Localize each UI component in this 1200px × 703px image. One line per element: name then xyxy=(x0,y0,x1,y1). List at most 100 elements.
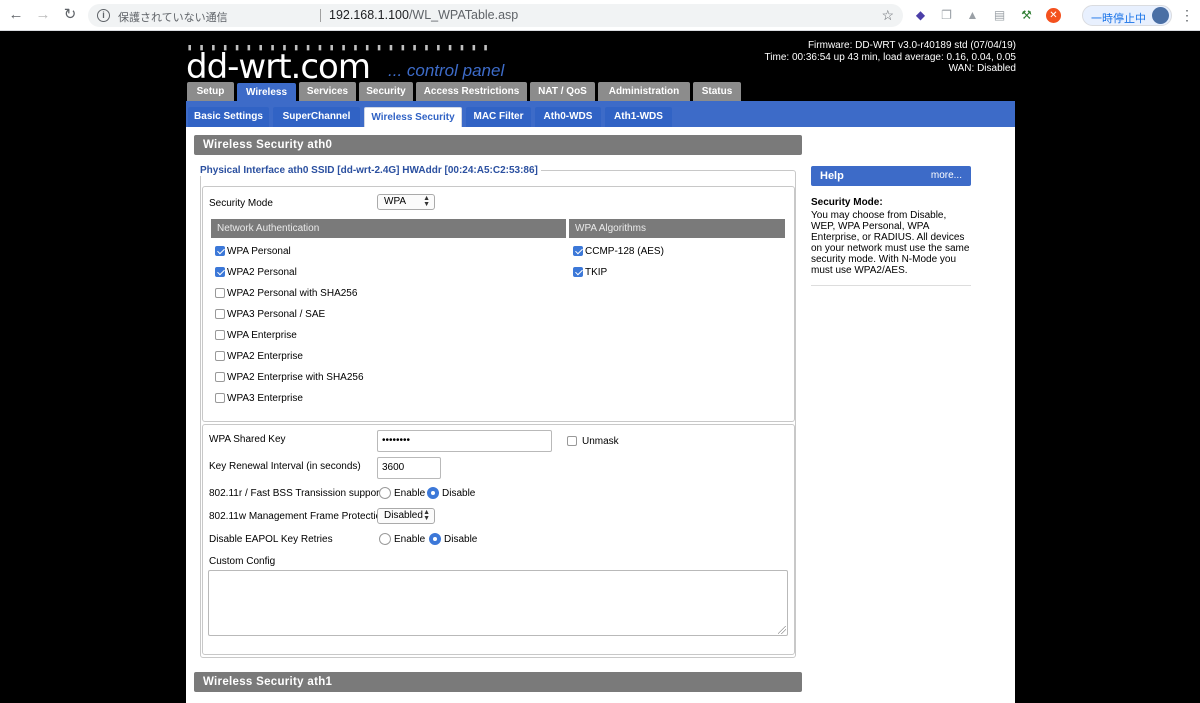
tab-access-restrictions[interactable]: Access Restrictions xyxy=(416,82,527,101)
bookmark-star-icon[interactable]: ☆ xyxy=(881,7,894,24)
back-arrow-icon[interactable]: ← xyxy=(7,6,25,24)
wpa2-personal-sha256-label: WPA2 Personal with SHA256 xyxy=(227,288,358,299)
tab-administration[interactable]: Administration xyxy=(598,82,690,101)
security-mode-label: Security Mode xyxy=(209,198,273,209)
wpa-enterprise-label: WPA Enterprise xyxy=(227,330,297,341)
help-header: Help more... xyxy=(811,166,971,186)
fast-bss-enable-label: Enable xyxy=(394,488,426,499)
help-body: You may choose from Disable, WEP, WPA Pe… xyxy=(811,210,970,276)
wpa2-personal-checkbox[interactable] xyxy=(215,267,225,277)
wpa3-personal-checkbox[interactable] xyxy=(215,309,225,319)
uptime-line: Time: 00:36:54 up 43 min, load average: … xyxy=(764,51,1016,63)
eapol-enable-label: Enable xyxy=(394,534,426,545)
wpa2-enterprise-sha256-label: WPA2 Enterprise with SHA256 xyxy=(227,372,364,383)
select-arrows-icon: ▲ ▼ xyxy=(423,195,430,208)
address-divider xyxy=(320,9,321,22)
tab-ath0-wds[interactable]: Ath0-WDS xyxy=(535,107,601,127)
extension-wrench-icon[interactable]: ⚒ xyxy=(1019,8,1034,23)
tkip-label: TKIP xyxy=(585,267,608,278)
ddwrt-logo: dd-wrt.com xyxy=(186,47,371,87)
logo-subtitle: ... control panel xyxy=(388,61,505,80)
avatar xyxy=(1152,7,1169,24)
wan-status-line: WAN: Disabled xyxy=(948,63,1016,74)
mfp-select[interactable]: Disabled ▲ ▼ xyxy=(377,508,435,524)
tkip-checkbox[interactable] xyxy=(573,267,583,277)
wpa3-enterprise-checkbox[interactable] xyxy=(215,393,225,403)
section-title-ath1: Wireless Security ath1 xyxy=(194,672,802,692)
unmask-label: Unmask xyxy=(582,436,619,447)
wpa-personal-checkbox[interactable] xyxy=(215,246,225,256)
security-status-text: 保護されていない通信 xyxy=(118,12,228,24)
wpa2-enterprise-label: WPA2 Enterprise xyxy=(227,351,303,362)
wpa2-enterprise-sha256-checkbox[interactable] xyxy=(215,372,225,382)
shared-key-input[interactable]: •••••••• xyxy=(377,430,552,452)
tab-wireless-security[interactable]: Wireless Security xyxy=(364,107,462,127)
router-page: ▮ ▮ ▮ ▮ ▮ ▮ ▮ ▮ ▮ ▮ ▮ ▮ ▮ ▮ ▮ ▮ ▮ ▮ ▮ ▮ … xyxy=(0,31,1200,703)
wpa3-enterprise-label: WPA3 Enterprise xyxy=(227,393,303,404)
fast-bss-disable-label: Disable xyxy=(442,488,476,499)
extension-diamond-icon[interactable]: ◆ xyxy=(913,8,928,23)
security-mode-select[interactable]: WPA ▲ ▼ xyxy=(377,194,435,210)
wpa-personal-label: WPA Personal xyxy=(227,246,291,257)
extension-copy-icon[interactable]: ❐ xyxy=(939,8,954,23)
renewal-interval-input[interactable]: 3600 xyxy=(377,457,441,479)
tab-security[interactable]: Security xyxy=(359,82,413,101)
content-panel: Wireless Security ath0 Physical Interfac… xyxy=(186,127,1015,703)
url-path: /WL_WPATable.asp xyxy=(408,8,519,22)
ccmp-aes-checkbox[interactable] xyxy=(573,246,583,256)
help-more-link[interactable]: more... xyxy=(931,166,962,186)
security-mode-value: WPA xyxy=(384,196,407,207)
wpa2-enterprise-checkbox[interactable] xyxy=(215,351,225,361)
fast-bss-enable-radio[interactable] xyxy=(379,487,391,499)
kebab-menu-icon[interactable]: ⋮ xyxy=(1180,7,1194,23)
wpa2-personal-sha256-checkbox[interactable] xyxy=(215,288,225,298)
tab-basic-settings[interactable]: Basic Settings xyxy=(188,107,269,127)
tab-nat-qos[interactable]: NAT / QoS xyxy=(530,82,595,101)
eapol-label: Disable EAPOL Key Retries xyxy=(209,534,333,545)
tab-superchannel[interactable]: SuperChannel xyxy=(273,107,360,127)
interface-legend: Physical Interface ath0 SSID [dd-wrt-2.4… xyxy=(200,165,541,176)
profile-pause-button[interactable]: 一時停止中 xyxy=(1082,5,1172,26)
custom-config-label: Custom Config xyxy=(209,556,276,567)
tab-setup[interactable]: Setup xyxy=(187,82,234,101)
tab-status[interactable]: Status xyxy=(693,82,741,101)
fast-bss-label: 802.11r / Fast BSS Transission support xyxy=(209,488,383,499)
unmask-checkbox[interactable] xyxy=(567,436,577,446)
eapol-disable-radio[interactable] xyxy=(429,533,441,545)
help-heading: Security Mode: xyxy=(811,197,883,208)
resize-grip-icon[interactable] xyxy=(778,626,786,634)
fast-bss-disable-radio[interactable] xyxy=(427,487,439,499)
custom-config-textarea[interactable] xyxy=(208,570,788,636)
pause-label: 一時停止中 xyxy=(1091,13,1146,25)
select-arrows-icon: ▲ ▼ xyxy=(423,509,430,522)
wpa3-personal-label: WPA3 Personal / SAE xyxy=(227,309,326,320)
mfp-value: Disabled xyxy=(384,510,423,521)
mfp-label: 802.11w Management Frame Protection xyxy=(209,511,387,522)
eapol-enable-radio[interactable] xyxy=(379,533,391,545)
info-icon[interactable]: i xyxy=(97,9,110,22)
forward-arrow-icon[interactable]: → xyxy=(34,6,52,24)
sub-tabs-bar: Basic Settings SuperChannel Wireless Sec… xyxy=(186,101,1015,127)
tab-mac-filter[interactable]: MAC Filter xyxy=(466,107,531,127)
firmware-line: Firmware: DD-WRT v3.0-r40189 std (07/04/… xyxy=(807,40,1016,51)
tab-services[interactable]: Services xyxy=(299,82,356,101)
tab-wireless[interactable]: Wireless xyxy=(237,83,296,103)
wpa-algorithms-header: WPA Algorithms xyxy=(569,219,785,238)
extension-drive-icon[interactable]: ▲ xyxy=(965,8,980,23)
extension-document-icon[interactable]: ▤ xyxy=(992,8,1007,23)
tab-ath1-wds[interactable]: Ath1-WDS xyxy=(605,107,672,127)
ccmp-aes-label: CCMP-128 (AES) xyxy=(585,246,664,257)
extension-block-icon[interactable]: ✕ xyxy=(1046,8,1061,23)
reload-icon[interactable]: ↻ xyxy=(61,6,79,24)
address-bar[interactable]: i 保護されていない通信 192.168.1.100/WL_WPATable.a… xyxy=(88,4,903,27)
browser-toolbar: ← → ↻ i 保護されていない通信 192.168.1.100/WL_WPAT… xyxy=(0,0,1200,31)
network-auth-header: Network Authentication xyxy=(211,219,566,238)
url-host: 192.168.1.100 xyxy=(329,8,409,22)
wpa-enterprise-checkbox[interactable] xyxy=(215,330,225,340)
firmware-info: Firmware: DD-WRT v3.0-r40189 std (07/04/… xyxy=(765,40,1016,75)
help-title: Help xyxy=(820,170,844,182)
help-divider xyxy=(811,285,971,286)
wpa2-personal-label: WPA2 Personal xyxy=(227,267,297,278)
url-text[interactable]: 192.168.1.100/WL_WPATable.asp xyxy=(329,8,518,22)
renewal-interval-label: Key Renewal Interval (in seconds) xyxy=(209,461,361,472)
